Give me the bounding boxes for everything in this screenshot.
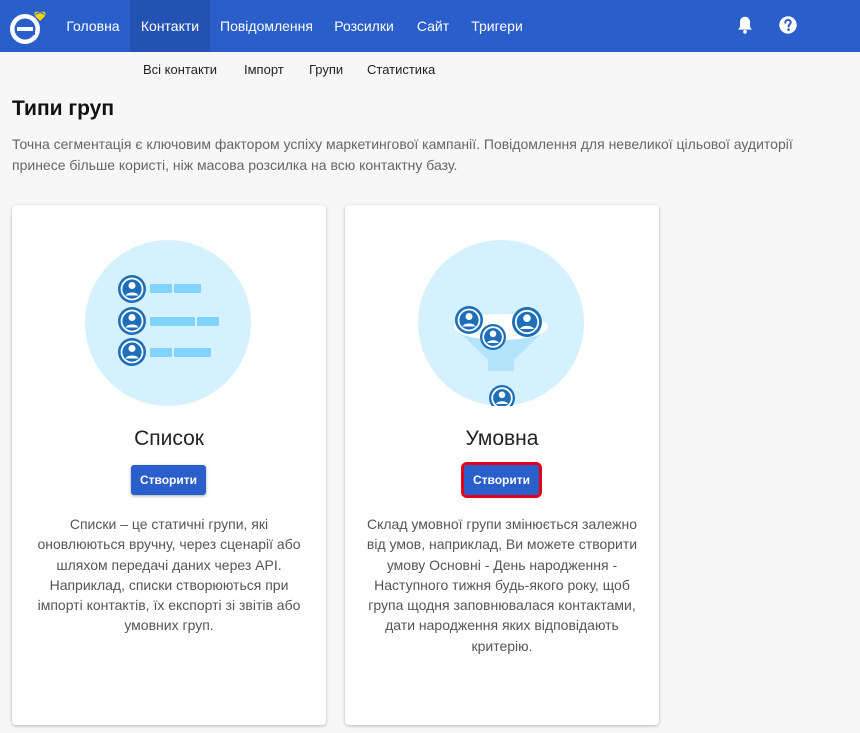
group-type-card-conditional: Умовна Створити Склад умовної групи змін…: [345, 205, 659, 725]
page-title: Типи груп: [12, 97, 115, 120]
card-title: Умовна: [465, 427, 539, 450]
bell-icon[interactable]: [734, 14, 756, 36]
nav-item-site[interactable]: Сайт: [405, 0, 461, 52]
card-title: Список: [134, 427, 204, 450]
funnel-illustration-icon: [418, 240, 584, 406]
create-conditional-button[interactable]: Створити: [461, 462, 542, 498]
group-type-card-list: Список Створити Списки – це статичні гру…: [12, 205, 326, 725]
nav-item-contacts[interactable]: Контакти: [130, 0, 210, 52]
subnav-item-statistics[interactable]: Статистика: [367, 62, 435, 77]
create-list-button[interactable]: Створити: [131, 465, 206, 495]
help-icon[interactable]: [777, 14, 799, 36]
logo-icon[interactable]: [6, 8, 52, 46]
subnav-item-groups[interactable]: Групи: [309, 62, 343, 77]
nav-item-campaigns[interactable]: Розсилки: [323, 0, 405, 52]
card-description: Склад умовної групи змінюється залежно в…: [366, 516, 638, 654]
nav-item-messages[interactable]: Повідомлення: [210, 0, 323, 52]
nav-item-triggers[interactable]: Тригери: [461, 0, 533, 52]
subnav-item-all-contacts[interactable]: Всі контакти: [143, 62, 217, 77]
subnav-item-import[interactable]: Імпорт: [244, 62, 284, 77]
list-illustration-icon: [85, 240, 251, 406]
top-navigation-bar: Головна Контакти Повідомлення Розсилки С…: [0, 0, 860, 52]
nav-item-home[interactable]: Головна: [56, 0, 130, 52]
page-description: Точна сегментація є ключовим фактором ус…: [12, 136, 793, 173]
card-description: Списки – це статичні групи, які оновлюют…: [37, 516, 301, 634]
